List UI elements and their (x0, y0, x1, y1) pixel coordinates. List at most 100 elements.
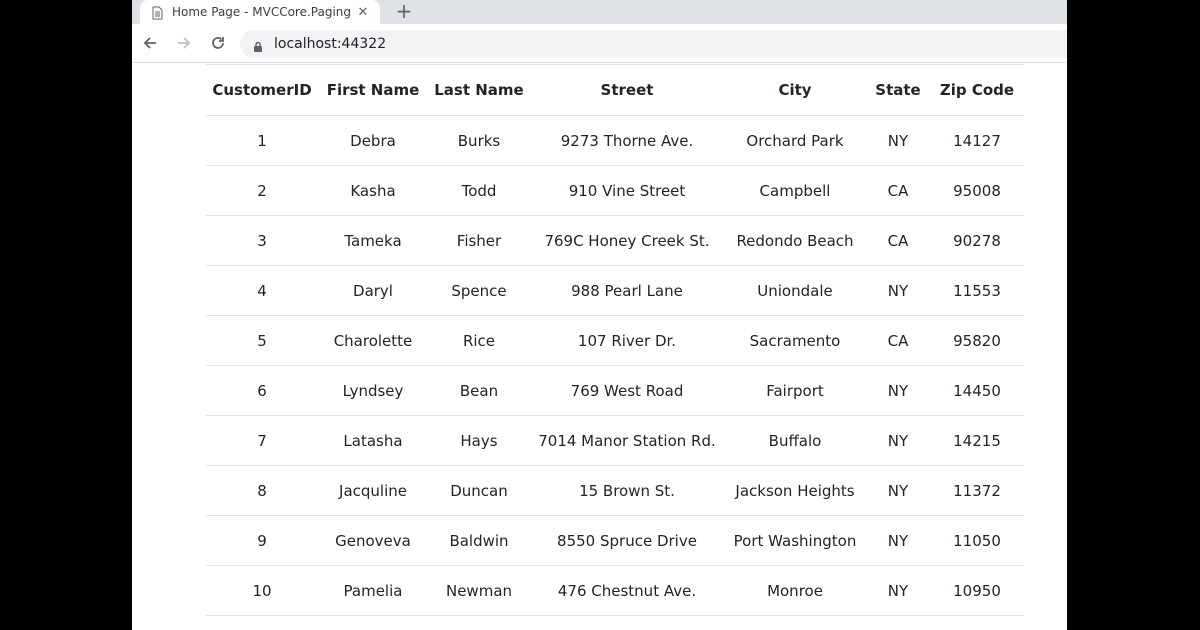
browser-tab[interactable]: Home Page - MVCCore.Paging ✕ (140, 0, 380, 24)
cell-street: 769C Honey Creek St. (530, 215, 724, 266)
cell-zip-code: 95820 (930, 315, 1024, 366)
cell-last-name: Baldwin (428, 515, 530, 566)
cell-first-name: Charolette (318, 315, 428, 366)
table-row: 2 Kasha Todd 910 Vine Street Campbell CA… (206, 165, 1024, 216)
cell-street: 7014 Manor Station Rd. (530, 415, 724, 466)
cell-customerid: 8 (206, 465, 318, 516)
table-row: 1 Debra Burks 9273 Thorne Ave. Orchard P… (206, 115, 1024, 166)
cell-street: 9273 Thorne Ave. (530, 115, 724, 166)
cell-last-name: Newman (428, 565, 530, 616)
address-bar[interactable]: localhost:44322 (240, 30, 1067, 58)
column-header-last-name: Last Name (428, 64, 530, 116)
column-header-state: State (866, 64, 930, 116)
cell-first-name: Kasha (318, 165, 428, 216)
cell-state: NY (866, 415, 930, 466)
table-row: 9 Genoveva Baldwin 8550 Spruce Drive Por… (206, 515, 1024, 566)
cell-street: 8550 Spruce Drive (530, 515, 724, 566)
table-row: 7 Latasha Hays 7014 Manor Station Rd. Bu… (206, 415, 1024, 466)
cell-last-name: Rice (428, 315, 530, 366)
tab-strip: Home Page - MVCCore.Paging ✕ + (132, 0, 1067, 24)
cell-state: NY (866, 365, 930, 416)
forward-arrow-icon (178, 37, 191, 49)
cell-first-name: Debra (318, 115, 428, 166)
cell-zip-code: 11553 (930, 265, 1024, 316)
cell-street: 910 Vine Street (530, 165, 724, 216)
table-row: 4 Daryl Spence 988 Pearl Lane Uniondale … (206, 265, 1024, 316)
cell-street: 988 Pearl Lane (530, 265, 724, 316)
cell-state: NY (866, 565, 930, 616)
tab-title: Home Page - MVCCore.Paging (172, 5, 352, 19)
cell-state: NY (866, 515, 930, 566)
cell-state: NY (866, 465, 930, 516)
cell-last-name: Duncan (428, 465, 530, 516)
forward-button[interactable] (168, 27, 200, 59)
url-text: localhost:44322 (274, 36, 387, 52)
cell-first-name: Tameka (318, 215, 428, 266)
cell-first-name: Daryl (318, 265, 428, 316)
cell-customerid: 10 (206, 565, 318, 616)
column-header-city: City (724, 64, 866, 116)
cell-customerid: 7 (206, 415, 318, 466)
cell-state: CA (866, 215, 930, 266)
customers-table: CustomerID First Name Last Name Street C… (206, 64, 1024, 616)
cell-state: NY (866, 115, 930, 166)
cell-zip-code: 14215 (930, 415, 1024, 466)
cell-last-name: Bean (428, 365, 530, 416)
cell-state: NY (866, 265, 930, 316)
column-header-first-name: First Name (318, 64, 428, 116)
table-header-row: CustomerID First Name Last Name Street C… (206, 64, 1024, 116)
cell-customerid: 6 (206, 365, 318, 416)
cell-zip-code: 14450 (930, 365, 1024, 416)
cell-city: Fairport (724, 365, 866, 416)
cell-street: 15 Brown St. (530, 465, 724, 516)
browser-toolbar: localhost:44322 (132, 24, 1067, 63)
reload-icon (212, 37, 224, 49)
table-row: 8 Jacquline Duncan 15 Brown St. Jackson … (206, 465, 1024, 516)
cell-city: Port Washington (724, 515, 866, 566)
table-row: 5 Charolette Rice 107 River Dr. Sacramen… (206, 315, 1024, 366)
close-tab-icon[interactable]: ✕ (356, 5, 370, 20)
cell-customerid: 5 (206, 315, 318, 366)
cell-city: Buffalo (724, 415, 866, 466)
table-row: 10 Pamelia Newman 476 Chestnut Ave. Monr… (206, 565, 1024, 616)
cell-zip-code: 14127 (930, 115, 1024, 166)
new-tab-button[interactable]: + (392, 0, 416, 24)
reload-button[interactable] (202, 27, 234, 59)
page-icon (150, 5, 164, 20)
cell-customerid: 9 (206, 515, 318, 566)
cell-last-name: Spence (428, 265, 530, 316)
cell-city: Uniondale (724, 265, 866, 316)
cell-first-name: Genoveva (318, 515, 428, 566)
column-header-zip-code: Zip Code (930, 64, 1024, 116)
page-content: CustomerID First Name Last Name Street C… (132, 64, 1067, 630)
cell-street: 107 River Dr. (530, 315, 724, 366)
cell-customerid: 3 (206, 215, 318, 266)
cell-zip-code: 11050 (930, 515, 1024, 566)
cell-first-name: Lyndsey (318, 365, 428, 416)
column-header-street: Street (530, 64, 724, 116)
cell-zip-code: 10950 (930, 565, 1024, 616)
cell-street: 476 Chestnut Ave. (530, 565, 724, 616)
cell-zip-code: 11372 (930, 465, 1024, 516)
cell-zip-code: 90278 (930, 215, 1024, 266)
lock-icon (252, 38, 264, 52)
cell-street: 769 West Road (530, 365, 724, 416)
cell-last-name: Burks (428, 115, 530, 166)
table-row: 6 Lyndsey Bean 769 West Road Fairport NY… (206, 365, 1024, 416)
table-row: 3 Tameka Fisher 769C Honey Creek St. Red… (206, 215, 1024, 266)
cell-last-name: Todd (428, 165, 530, 216)
cell-first-name: Latasha (318, 415, 428, 466)
column-header-customerid: CustomerID (206, 64, 318, 116)
cell-state: CA (866, 165, 930, 216)
cell-city: Orchard Park (724, 115, 866, 166)
cell-customerid: 1 (206, 115, 318, 166)
cell-first-name: Jacquline (318, 465, 428, 516)
cell-city: Redondo Beach (724, 215, 866, 266)
back-button[interactable] (134, 27, 166, 59)
cell-last-name: Fisher (428, 215, 530, 266)
back-arrow-icon (143, 37, 156, 49)
cell-state: CA (866, 315, 930, 366)
cell-first-name: Pamelia (318, 565, 428, 616)
cell-city: Campbell (724, 165, 866, 216)
cell-city: Sacramento (724, 315, 866, 366)
